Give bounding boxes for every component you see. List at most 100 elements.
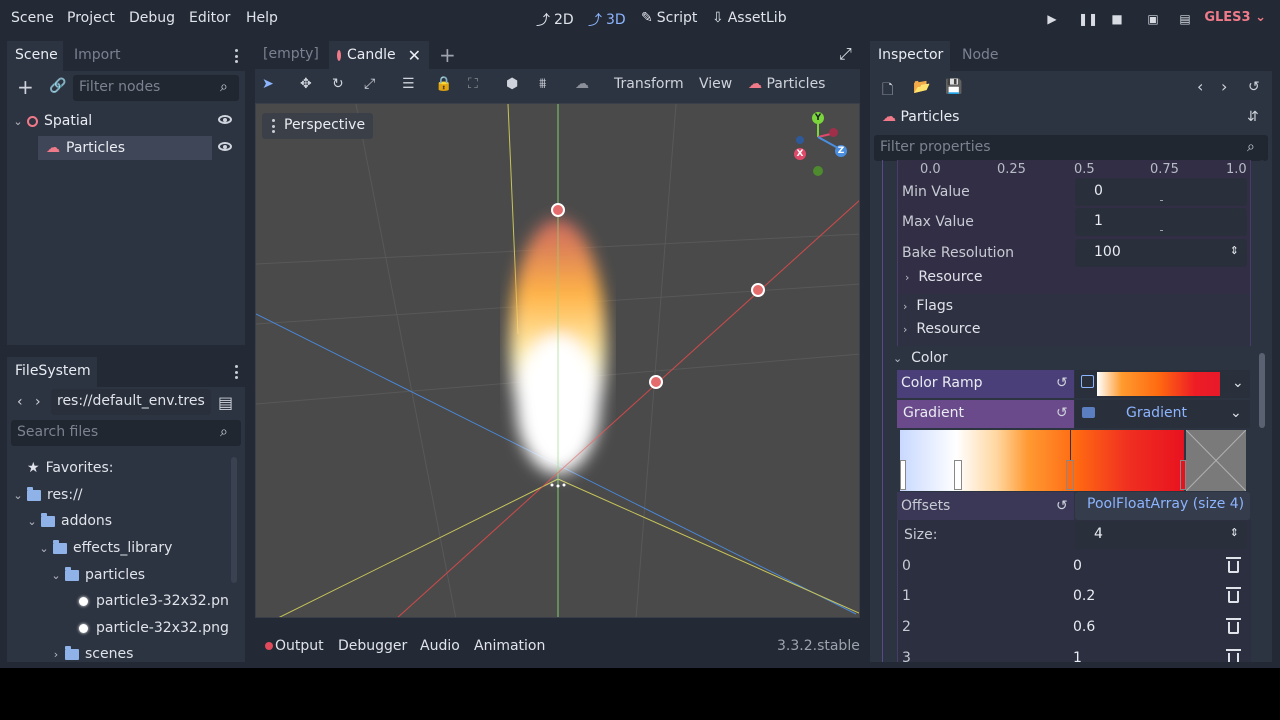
fs-file-particle[interactable]: particle-32x32.png [79, 616, 229, 640]
add-tab-icon[interactable]: + [439, 43, 456, 67]
gradient-editor[interactable] [900, 430, 1186, 491]
rotate-tool-icon[interactable]: ↻ [332, 76, 344, 92]
gradient-stop-handle[interactable] [900, 460, 906, 490]
property-tools-icon[interactable]: ⇵ [1247, 109, 1259, 125]
filesystem-menu-icon[interactable] [234, 365, 238, 379]
move-tool-icon[interactable]: ✥ [300, 76, 312, 92]
add-node-icon[interactable]: + [17, 77, 34, 97]
fs-particles-folder[interactable]: ⌄ particles [51, 563, 145, 587]
tab-candle-scene[interactable]: Candle ✕ [329, 41, 429, 69]
tab-filesystem[interactable]: FileSystem [7, 357, 97, 387]
trash-icon[interactable] [1226, 618, 1241, 634]
gizmo-z-axis[interactable]: Z [835, 145, 847, 157]
menu-scene[interactable]: Scene [11, 10, 54, 26]
chevron-right-icon[interactable]: › [51, 648, 61, 661]
view-menu[interactable]: View [699, 76, 732, 92]
fs-effects-library[interactable]: ⌄ effects_library [39, 536, 172, 560]
tab-animation[interactable]: Animation [474, 638, 545, 654]
workspace-assetlib-button[interactable]: ⇩ AssetLib [712, 10, 787, 26]
stop-icon[interactable]: ■ [1110, 12, 1124, 26]
gradient-stop-handle[interactable] [1066, 460, 1074, 490]
tree-node-particles[interactable]: ☁ Particles [38, 136, 212, 160]
snap-icon[interactable]: ⩩ [539, 76, 546, 92]
new-resource-icon[interactable]: 🗋 [882, 79, 893, 103]
array-element-value[interactable]: 0.2 [1073, 588, 1095, 604]
workspace-3d-button[interactable]: ⤴ 3D [588, 10, 626, 30]
play-scene-icon[interactable]: ▣ [1146, 12, 1160, 26]
visibility-eye-icon[interactable] [218, 142, 232, 151]
filter-properties-input[interactable]: Filter properties [874, 135, 1268, 161]
tab-import[interactable]: Import [66, 41, 128, 71]
workspace-script-button[interactable]: ✎ Script [641, 10, 697, 26]
tab-debugger[interactable]: Debugger [338, 638, 407, 654]
list-select-icon[interactable]: ☰ [402, 76, 415, 92]
aabb-handle[interactable] [751, 283, 765, 297]
chevron-down-icon[interactable]: ⌄ [1232, 375, 1244, 391]
spin-arrows-icon[interactable]: ⇕ [1230, 526, 1239, 539]
axis-gizmo[interactable]: Y X Z [790, 110, 850, 180]
revert-icon[interactable]: ↺ [1056, 375, 1068, 391]
tab-node[interactable]: Node [954, 41, 1007, 71]
gizmo-x-axis[interactable]: X [794, 148, 806, 160]
tab-inspector[interactable]: Inspector [870, 41, 950, 71]
array-element-value[interactable]: 0.6 [1073, 619, 1095, 635]
trash-icon[interactable] [1226, 649, 1241, 662]
path-field[interactable]: res://default_env.tres [51, 389, 211, 415]
play-custom-scene-icon[interactable]: ▤ [1178, 12, 1192, 26]
inspector-scrollbar[interactable] [1259, 160, 1265, 660]
gizmo-neg-z[interactable] [796, 136, 804, 144]
split-view-icon[interactable]: ▤ [218, 393, 233, 412]
revert-icon[interactable]: ↺ [1056, 405, 1068, 421]
trash-icon[interactable] [1226, 557, 1241, 573]
chevron-down-icon[interactable]: ⌄ [1230, 405, 1242, 421]
resource-section-inner[interactable]: › Resource [905, 269, 983, 285]
fullscreen-icon[interactable]: ⤢ [839, 44, 852, 64]
local-space-icon[interactable]: ⬢ [506, 76, 518, 92]
trash-icon[interactable] [1226, 587, 1241, 603]
history-forward-icon[interactable]: › [1221, 77, 1227, 96]
history-back-icon[interactable]: ‹ [1197, 77, 1203, 96]
gradient-color-swatch[interactable] [1186, 430, 1246, 491]
array-element-value[interactable]: 0 [1073, 558, 1082, 574]
chevron-down-icon[interactable]: ⌄ [39, 542, 49, 555]
tab-empty-scene[interactable]: [empty] [255, 41, 327, 69]
fs-file-particle3[interactable]: particle3-32x32.pn [79, 589, 229, 613]
particles-menu[interactable]: ☁ Particles [748, 76, 825, 92]
chevron-down-icon[interactable]: ⌄ [27, 515, 37, 528]
menu-debug[interactable]: Debug [129, 10, 175, 26]
offsets-array-button[interactable]: PoolFloatArray (size 4) [1075, 492, 1250, 520]
forward-arrow-icon[interactable]: › [35, 394, 41, 410]
fs-res-root[interactable]: ⌄ res:// [13, 483, 83, 507]
array-element-value[interactable]: 1 [1073, 650, 1082, 662]
lock-icon[interactable]: 🔒 [435, 76, 452, 92]
fs-favorites[interactable]: ★ Favorites: [27, 456, 114, 480]
menu-editor[interactable]: Editor [189, 10, 230, 26]
search-files-input[interactable]: Search files [11, 420, 241, 446]
aabb-handle[interactable] [649, 375, 663, 389]
fs-addons[interactable]: ⌄ addons [27, 509, 112, 533]
max-value-field[interactable]: 1 [1075, 208, 1247, 236]
filter-nodes-input[interactable]: Filter nodes [73, 75, 239, 101]
flags-section[interactable]: › Flags [903, 298, 953, 314]
play-icon[interactable]: ▶ [1045, 12, 1059, 26]
resource-section[interactable]: › Resource [903, 321, 981, 337]
chevron-down-icon[interactable]: ⌄ [13, 115, 23, 128]
tab-output[interactable]: Output [265, 638, 324, 654]
3d-viewport[interactable] [255, 103, 860, 618]
gizmo-y-axis[interactable]: Y [812, 112, 824, 124]
menu-project[interactable]: Project [67, 10, 115, 26]
workspace-2d-button[interactable]: ⤴ 2D [536, 10, 574, 30]
gradient-resource-picker[interactable]: Gradient ⌄ [1075, 400, 1250, 428]
select-tool-icon[interactable]: ➤ [262, 76, 274, 92]
close-icon[interactable]: ✕ [408, 46, 421, 65]
link-icon[interactable]: 🔗 [49, 78, 66, 94]
camera-icon[interactable]: ☁ [575, 76, 589, 92]
aabb-handle[interactable] [551, 203, 565, 217]
pause-icon[interactable]: ❚❚ [1078, 12, 1098, 26]
array-size-spinbox[interactable]: 4 ⇕ [1075, 521, 1247, 549]
inspector-scroll-thumb[interactable] [1259, 353, 1265, 428]
fs-scenes[interactable]: › scenes [51, 642, 133, 662]
save-icon[interactable]: 💾 [945, 79, 962, 95]
spin-arrows-icon[interactable]: ⇕ [1230, 244, 1239, 257]
color-ramp-resource-picker[interactable]: ⌄ [1075, 370, 1250, 398]
